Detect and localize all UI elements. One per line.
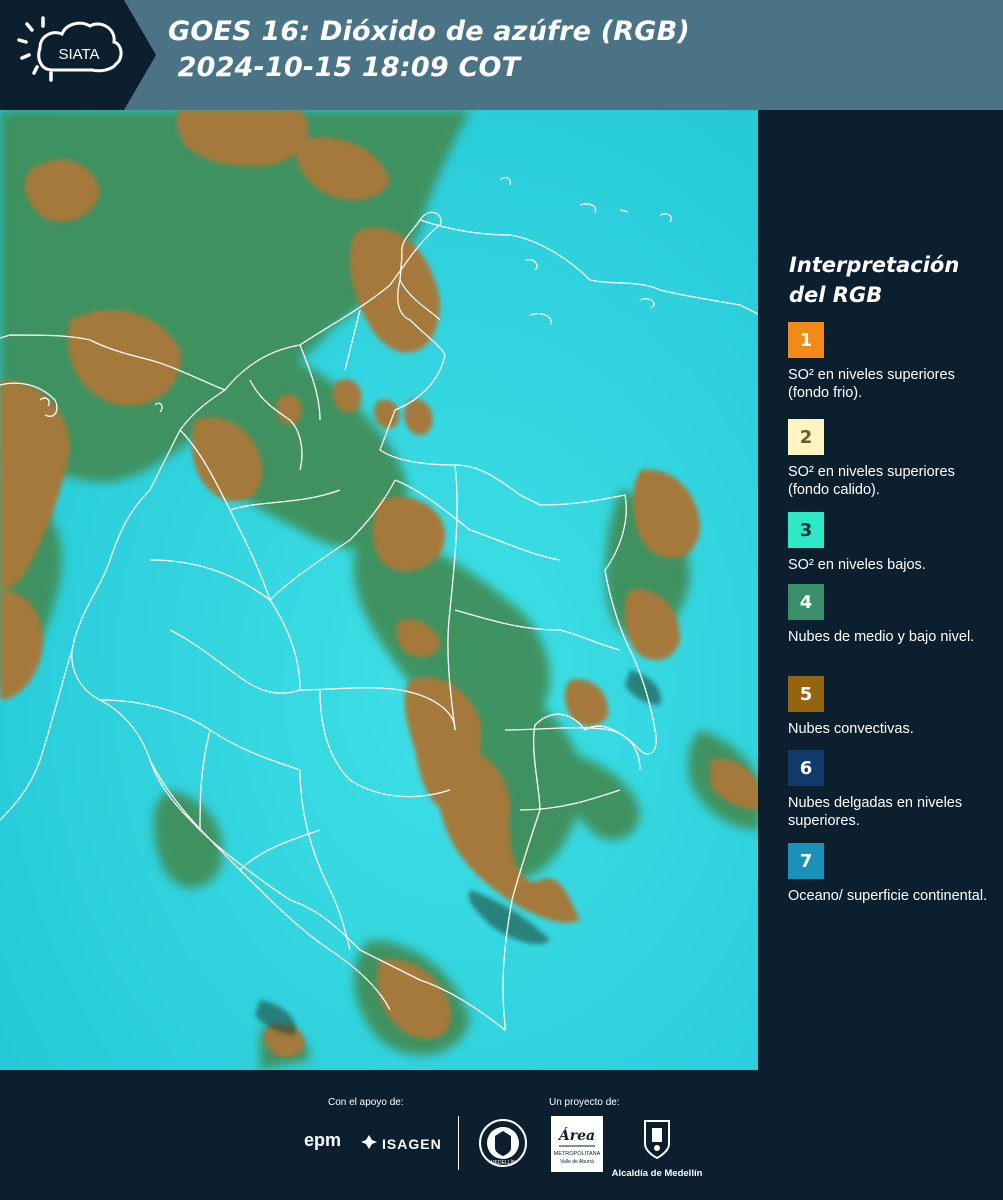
seal-text: MEDELLÍN [490,1159,515,1166]
legend-title-line-1: Interpretación [789,253,960,277]
legend-swatch-2: 2 [788,419,824,455]
legend-item-6: 6 Nubes delgadas en niveles superiores. [788,750,988,830]
isagen-text: ISAGEN [382,1135,442,1152]
legend-item-5: 5 Nubes convectivas. [788,676,988,738]
epm-logo: epm [304,1130,342,1150]
footer-divider [458,1116,459,1170]
legend-item-1: 1 SO² en niveles superiores (fondo frio)… [788,322,988,402]
title-line-2: 2024-10-15 18:09 COT [168,52,521,83]
header-bar: SIATA GOES 16: Dióxido de azúfre (RGB) 2… [0,0,1003,110]
legend-number-5: 5 [799,683,813,705]
isagen-mark-icon [360,1134,378,1153]
legend-item-4: 4 Nubes de medio y bajo nivel. [788,584,988,646]
page-title: GOES 16: Dióxido de azúfre (RGB) 2024-10… [168,14,690,86]
legend-number-2: 2 [799,426,813,448]
area-title: Área [557,1126,595,1144]
support-label: Con el apoyo de: [328,1097,404,1108]
area-metro: METROPOLITANA [554,1151,601,1157]
legend-item-3: 3 SO² en niveles bajos. [788,512,988,574]
medellin-seal-logo: MEDELLÍN [478,1118,528,1173]
legend-label-5: Nubes convectivas. [788,721,914,737]
project-label: Un proyecto de: [549,1097,620,1108]
siata-logo-text: SIATA [58,46,99,63]
legend-number-1: 1 [799,329,813,351]
title-line-1: GOES 16: Dióxido de azúfre (RGB) [168,16,690,47]
legend-label-7: Oceano/ superficie continental. [788,888,988,904]
legend-label-1: SO² en niveles superiores (fondo frio). [788,367,955,401]
legend-label-6: Nubes delgadas en niveles superiores. [788,795,963,829]
legend-number-7: 7 [799,850,813,872]
alcaldia-label: Alcaldía de Medellín [611,1168,703,1179]
legend-swatch-4: 4 [788,584,824,620]
legend-swatch-6: 6 [788,750,824,786]
legend-title: Interpretación del RGB [789,250,989,310]
legend-swatch-1: 1 [788,322,824,358]
legend-swatch-5: 5 [788,676,824,712]
area-valle: Valle de Aburrá [560,1159,594,1165]
legend-label-2: SO² en niveles superiores (fondo calido)… [788,464,955,498]
legend-swatch-3: 3 [788,512,824,548]
legend-item-7: 7 Oceano/ superficie continental. [788,843,988,905]
legend-swatch-7: 7 [788,843,824,879]
isagen-logo: ISAGEN [360,1134,442,1153]
legend-title-line-2: del RGB [789,283,883,307]
rgb-legend: Interpretación del RGB 1 SO² en niveles … [760,110,1003,1070]
legend-number-4: 4 [799,591,813,613]
legend-label-3: SO² en niveles bajos. [788,557,926,573]
legend-item-2: 2 SO² en niveles superiores (fondo calid… [788,419,988,499]
alcaldia-logo: Alcaldía de Medellín [611,1118,703,1179]
legend-number-3: 3 [799,519,813,541]
legend-number-6: 6 [799,757,813,779]
legend-label-4: Nubes de medio y bajo nivel. [788,629,975,645]
footer: Con el apoyo de: Un proyecto de: epm ISA… [0,1070,1003,1200]
area-metropolitana-logo: Área METROPOLITANA Valle de Aburrá [551,1116,603,1177]
satellite-image [0,110,760,1070]
siata-logo: SIATA [0,0,156,110]
